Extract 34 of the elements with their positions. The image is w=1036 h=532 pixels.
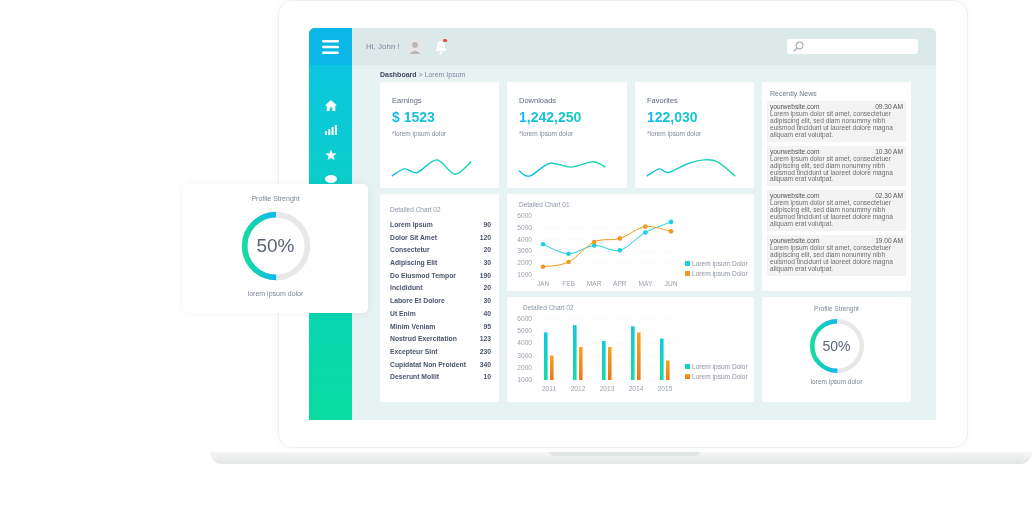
- home-icon[interactable]: [324, 100, 337, 111]
- data-point: [566, 259, 571, 265]
- bar: [631, 326, 635, 380]
- bar: [550, 355, 554, 380]
- data-point: [617, 247, 623, 253]
- search-icon: [793, 41, 804, 52]
- data-point: [540, 264, 546, 270]
- legend-swatch: [685, 374, 690, 379]
- data-point: [566, 251, 571, 257]
- bar: [544, 332, 548, 380]
- greeting: Hi, John !: [366, 42, 400, 51]
- menu-icon[interactable]: [322, 39, 339, 54]
- bar-chart-icon[interactable]: [324, 125, 337, 135]
- star-icon[interactable]: [324, 149, 337, 161]
- data-point: [668, 229, 674, 234]
- avatar-icon[interactable]: [405, 37, 424, 56]
- percent-reading: 50%: [822, 338, 851, 354]
- bar: [602, 340, 606, 380]
- bar: [579, 347, 583, 380]
- legend-swatch: [685, 364, 690, 369]
- bar: [637, 332, 641, 380]
- bar: [608, 347, 612, 380]
- search-field[interactable]: [787, 39, 918, 54]
- bar: [660, 338, 664, 380]
- bar: [573, 325, 577, 380]
- chat-icon[interactable]: [324, 175, 337, 183]
- legend-swatch: [685, 261, 690, 266]
- bar: [666, 360, 670, 380]
- data-point: [617, 236, 623, 241]
- data-point: [668, 219, 674, 225]
- percent-reading: 50%: [256, 235, 295, 257]
- data-point: [540, 242, 546, 247]
- bell-icon[interactable]: [433, 38, 448, 55]
- legend-swatch: [685, 271, 690, 276]
